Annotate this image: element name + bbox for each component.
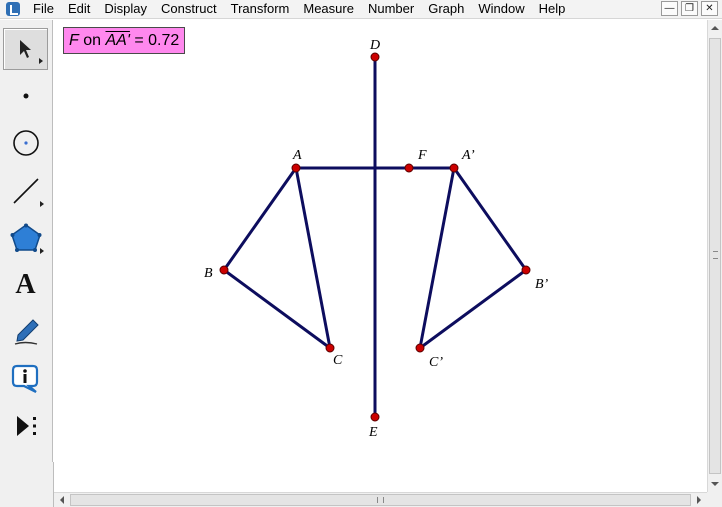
- minimize-button[interactable]: —: [661, 1, 678, 16]
- tool-menu-indicator-icon: [40, 201, 44, 207]
- menu-bar: File Edit Display Construct Transform Me…: [0, 0, 722, 19]
- menu-edit[interactable]: Edit: [61, 0, 97, 18]
- straightedge-tool[interactable]: [3, 170, 48, 212]
- scroll-grip-icon: [713, 251, 718, 259]
- point-C-prime[interactable]: [415, 343, 425, 353]
- menu-number[interactable]: Number: [361, 0, 421, 18]
- menu-construct[interactable]: Construct: [154, 0, 224, 18]
- point-B-prime[interactable]: [521, 265, 531, 275]
- menu-transform[interactable]: Transform: [224, 0, 297, 18]
- sketch-canvas[interactable]: F on AA' = 0.72 D E A A’ F B C B’ C’: [54, 20, 707, 492]
- point-A[interactable]: [291, 163, 301, 173]
- point-E[interactable]: [370, 412, 380, 422]
- scroll-down-icon[interactable]: [711, 482, 719, 486]
- point-tool-icon: [23, 93, 28, 99]
- compass-tool[interactable]: [3, 122, 48, 164]
- toolbox-footer: [0, 462, 54, 507]
- scrollbar-corner: [707, 492, 722, 507]
- scroll-right-icon[interactable]: [697, 496, 701, 504]
- window-controls: — ❐ ✕: [661, 1, 718, 16]
- tool-menu-indicator-icon: [39, 58, 43, 64]
- scroll-up-icon[interactable]: [711, 26, 719, 30]
- menu-measure[interactable]: Measure: [296, 0, 361, 18]
- close-button[interactable]: ✕: [701, 1, 718, 16]
- vertical-scrollbar[interactable]: [707, 20, 722, 492]
- text-tool[interactable]: A: [3, 264, 48, 306]
- segment-AB[interactable]: [222, 166, 298, 272]
- point-F[interactable]: [404, 163, 414, 173]
- menu-display[interactable]: Display: [97, 0, 154, 18]
- polygon-tool-icon: [10, 223, 41, 252]
- information-tool-icon: [11, 364, 38, 393]
- restore-button[interactable]: ❐: [681, 1, 698, 16]
- arrow-select-icon: [19, 40, 31, 58]
- menu-graph[interactable]: Graph: [421, 0, 471, 18]
- label-C[interactable]: C: [333, 353, 343, 368]
- custom-tool[interactable]: [3, 405, 48, 447]
- vertical-scroll-thumb[interactable]: [709, 38, 721, 474]
- custom-tool-icon: [16, 416, 36, 436]
- marker-tool-icon: [14, 319, 39, 345]
- construction-figure: D E A A’ F B C B’ C’: [204, 38, 549, 440]
- label-A-prime[interactable]: A’: [461, 148, 475, 163]
- menu-file[interactable]: File: [26, 0, 61, 18]
- label-F[interactable]: F: [417, 148, 427, 163]
- segment-BC[interactable]: [222, 268, 332, 350]
- marker-tool[interactable]: [3, 311, 48, 353]
- segment-B-prime-C-prime[interactable]: [418, 268, 528, 350]
- information-tool[interactable]: [3, 358, 48, 400]
- horizontal-scrollbar[interactable]: [54, 492, 707, 507]
- segment-A-prime-B-prime[interactable]: [452, 166, 528, 272]
- tool-menu-indicator-icon: [40, 248, 44, 254]
- label-D[interactable]: D: [369, 38, 380, 53]
- toolbox: A: [0, 20, 53, 462]
- label-E[interactable]: E: [368, 425, 378, 440]
- menu-window[interactable]: Window: [471, 0, 531, 18]
- label-A[interactable]: A: [292, 148, 302, 163]
- straightedge-tool-icon: [12, 178, 39, 204]
- text-tool-icon: A: [15, 269, 36, 300]
- point-tool[interactable]: [3, 75, 48, 117]
- point-A-prime[interactable]: [449, 163, 459, 173]
- scroll-left-icon[interactable]: [60, 496, 64, 504]
- label-C-prime[interactable]: C’: [429, 355, 443, 370]
- scroll-grip-icon: [377, 497, 384, 503]
- label-B-prime[interactable]: B’: [535, 277, 549, 292]
- horizontal-scroll-thumb[interactable]: [70, 494, 691, 506]
- menu-help[interactable]: Help: [532, 0, 573, 18]
- arrow-tool[interactable]: [3, 28, 48, 70]
- point-D[interactable]: [370, 52, 380, 62]
- point-B[interactable]: [219, 265, 229, 275]
- segment-AC[interactable]: [294, 166, 332, 350]
- compass-tool-icon: [12, 130, 39, 156]
- point-C[interactable]: [325, 343, 335, 353]
- segment-A-prime-C-prime[interactable]: [418, 166, 456, 350]
- label-B[interactable]: B: [204, 266, 213, 281]
- app-icon[interactable]: [6, 2, 20, 16]
- polygon-tool[interactable]: [3, 217, 48, 259]
